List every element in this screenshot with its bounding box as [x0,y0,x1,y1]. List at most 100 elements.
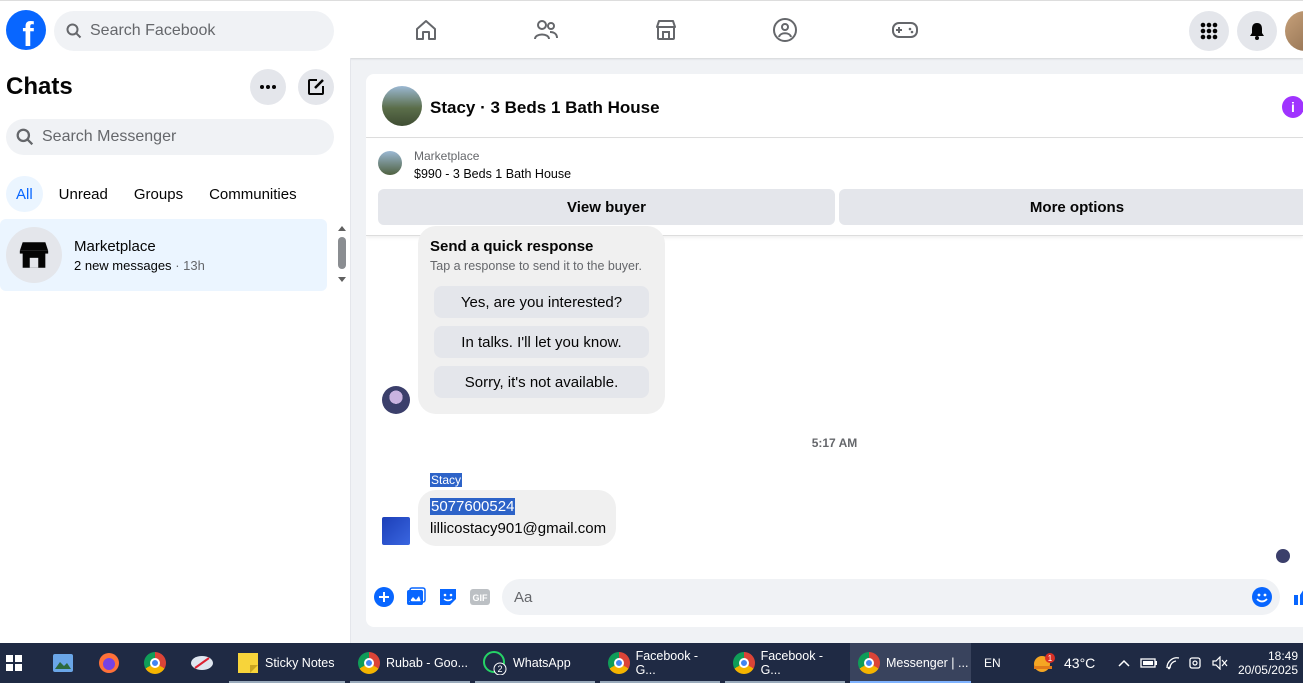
marketplace-icon[interactable] [651,15,681,45]
whatsapp-icon: 2 [483,651,507,675]
quick-reply-interested[interactable]: Yes, are you interested? [434,286,649,318]
chrome-icon [358,652,380,674]
scroll-down-icon[interactable] [337,276,347,284]
chrome-icon [858,652,880,674]
sender-avatar[interactable] [382,517,410,545]
taskbar-label: Facebook - G... [760,649,824,677]
groups-icon[interactable] [770,15,800,45]
language-indicator[interactable]: EN [984,643,1001,683]
chat-preview-text: 2 new messages [74,258,172,273]
taskbar-chrome-messenger[interactable]: Messenger | ... [850,643,971,683]
conversation-header: Stacy · 3 Beds 1 Bath House i [366,74,1303,138]
battery-icon[interactable] [1140,643,1158,683]
taskbar-label: Facebook - G... [635,649,699,677]
view-buyer-button[interactable]: View buyer [378,189,835,225]
search-icon [66,23,82,39]
taskbar-chrome-rubab[interactable]: Rubab - Goo... [350,643,470,683]
snipping-tool-icon[interactable] [190,643,214,683]
marketplace-store-icon [6,227,62,283]
quick-reply-in-talks[interactable]: In talks. I'll let you know. [434,326,649,358]
seen-indicator-avatar [1276,549,1290,563]
sticker-icon[interactable] [438,587,458,607]
chats-title: Chats [6,73,73,100]
sidebar-scrollbar[interactable] [337,224,347,284]
weather-icon: 1 [1034,653,1055,672]
taskbar-label: Sticky Notes [265,656,335,670]
gif-icon[interactable]: GIF [470,587,490,607]
messenger-search-box[interactable] [6,119,334,155]
listing-avatar[interactable] [382,86,422,126]
sticky-notes-icon [238,653,258,673]
top-navigation-bar: f [0,0,1303,58]
svg-text:GIF: GIF [473,593,489,603]
clock-time: 18:49 [1267,649,1298,663]
chrome-icon [608,652,630,674]
message-phone: 5077600524 [430,498,516,515]
messenger-search-input[interactable] [42,128,302,146]
facebook-search-box[interactable] [54,11,334,51]
taskbar-label: Rubab - Goo... [386,656,468,670]
temperature: 43°C [1064,655,1096,671]
weather-widget[interactable]: 1 43°C [1030,643,1095,683]
gaming-icon[interactable] [890,15,920,45]
listing-title[interactable]: $990 - 3 Beds 1 Bath House [414,167,571,181]
filter-communities[interactable]: Communities [199,176,307,212]
more-options-icon[interactable] [250,69,286,105]
conversation-title[interactable]: Stacy · 3 Beds 1 Bath House [430,98,660,118]
message-bubble[interactable]: 5077600524 lillicostacy901@gmail.com [418,490,616,546]
listing-thumbnail[interactable] [378,151,402,175]
windows-taskbar: Sticky Notes Rubab - Goo... 2 WhatsApp F… [0,643,1303,683]
conversation-panel: Stacy · 3 Beds 1 Bath House i Marketplac… [366,74,1303,627]
marketplace-label: Marketplace [414,149,480,163]
like-icon[interactable] [1292,587,1303,607]
taskbar-chrome-facebook-1[interactable]: Facebook - G... [600,643,720,683]
scroll-up-icon[interactable] [337,224,347,232]
chat-time: · 13h [175,258,205,273]
chat-list-item[interactable]: Marketplace 2 new messages · 13h [0,219,327,291]
message-composer: GIF [366,579,1303,615]
facebook-logo[interactable]: f [6,10,46,50]
camera-icon[interactable] [1189,643,1205,683]
taskbar-whatsapp[interactable]: 2 WhatsApp [475,643,595,683]
message-input[interactable] [502,579,1280,615]
emoji-icon[interactable] [1252,587,1272,607]
chat-name: Marketplace [74,238,156,255]
photos-app-icon[interactable] [52,643,74,683]
more-options-button[interactable]: More options [839,189,1303,225]
message-email: lillicostacy901@gmail.com [430,520,607,537]
chat-preview: 2 new messages · 13h [74,258,205,273]
friends-icon[interactable] [531,15,561,45]
marketplace-listing-bar: Marketplace $990 - 3 Beds 1 Bath House V… [366,139,1303,236]
facebook-search-input[interactable] [90,22,310,40]
volume-muted-icon[interactable] [1212,643,1228,683]
info-icon[interactable]: i [1282,96,1303,118]
clock-date: 20/05/2025 [1237,663,1298,677]
quick-reply-not-available[interactable]: Sorry, it's not available. [434,366,649,398]
taskbar-label: WhatsApp [513,656,571,670]
new-message-icon[interactable] [298,69,334,105]
search-icon [16,128,34,146]
notifications-icon[interactable] [1237,11,1277,51]
filter-unread[interactable]: Unread [49,176,118,212]
taskbar-chrome-facebook-2[interactable]: Facebook - G... [725,643,845,683]
sender-name: Stacy [430,473,463,487]
scrollbar-thumb[interactable] [338,237,346,269]
firefox-icon[interactable] [98,643,120,683]
profile-avatar[interactable] [1285,11,1303,51]
clock[interactable]: 18:49 20/05/2025 [1238,643,1298,683]
chats-sidebar: Chats All Unread Groups Communities Mark… [0,58,351,643]
filter-groups[interactable]: Groups [124,176,193,212]
menu-grid-icon[interactable] [1189,11,1229,51]
show-hidden-icons[interactable] [1117,643,1131,683]
chrome-icon[interactable] [144,643,166,683]
filter-all[interactable]: All [6,176,43,212]
quick-response-card: Send a quick response Tap a response to … [418,226,665,414]
home-icon[interactable] [411,15,441,45]
taskbar-sticky-notes[interactable]: Sticky Notes [229,643,345,683]
photo-icon[interactable] [406,587,426,607]
wifi-icon[interactable] [1165,643,1181,683]
whatsapp-badge: 2 [497,664,502,674]
marketplace-avatar[interactable] [382,386,410,414]
plus-icon[interactable] [374,587,394,607]
windows-start-icon[interactable] [6,643,22,683]
